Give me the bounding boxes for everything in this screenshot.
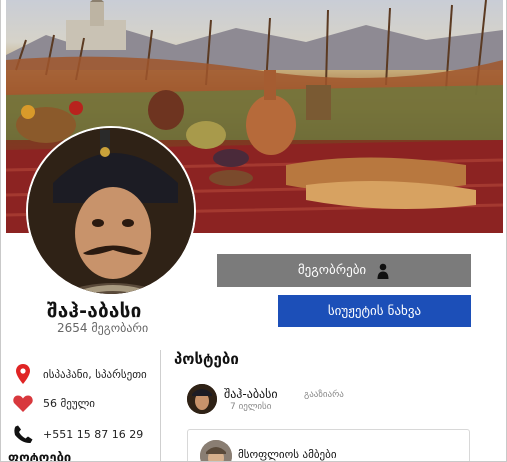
photos-section-title: ფოტოები: [8, 451, 72, 462]
profile-name: შაჰ-აბასი: [47, 300, 142, 322]
location-text: ისპაჰანი, სპარსეთი: [43, 367, 147, 381]
shared-page-title[interactable]: მსოფლიოს ამბები: [238, 448, 337, 461]
heart-icon: [13, 395, 33, 412]
post-author-avatar[interactable]: [187, 384, 217, 414]
post-author-name[interactable]: შაჰ-აბასი: [224, 387, 278, 401]
location-pin-icon: [13, 364, 33, 384]
phone-icon: [13, 425, 33, 444]
posts-section-title: პოსტები: [174, 350, 239, 368]
friends-button-label: მეგობრები: [297, 263, 367, 278]
friends-count[interactable]: 2654 მეგობარი: [57, 321, 148, 335]
profile-avatar[interactable]: [26, 126, 196, 296]
friends-button[interactable]: მეგობრები: [217, 254, 471, 287]
info-location: ისპაჰანი, სპარსეთი: [13, 364, 147, 384]
column-divider: [160, 350, 161, 461]
info-phone: +551 15 87 16 29: [13, 425, 143, 444]
view-stories-button[interactable]: სიუჟეტის ნახვა: [278, 295, 471, 327]
likes-text: 56 მეული: [43, 397, 95, 410]
avatar-portrait: [28, 128, 194, 294]
shared-page-avatar: [200, 440, 232, 461]
shared-post-card[interactable]: მსოფლიოს ამბები: [187, 429, 470, 461]
profile-page: შაჰ-აბასი 2654 მეგობარი მეგობრები სიუჟეტ…: [0, 0, 507, 462]
person-icon: [377, 263, 389, 279]
post-timestamp: 7 იელისი: [230, 402, 272, 412]
post-action-text: გააზიარა: [304, 390, 344, 400]
phone-text: +551 15 87 16 29: [43, 428, 144, 441]
info-likes: 56 მეული: [13, 395, 95, 412]
